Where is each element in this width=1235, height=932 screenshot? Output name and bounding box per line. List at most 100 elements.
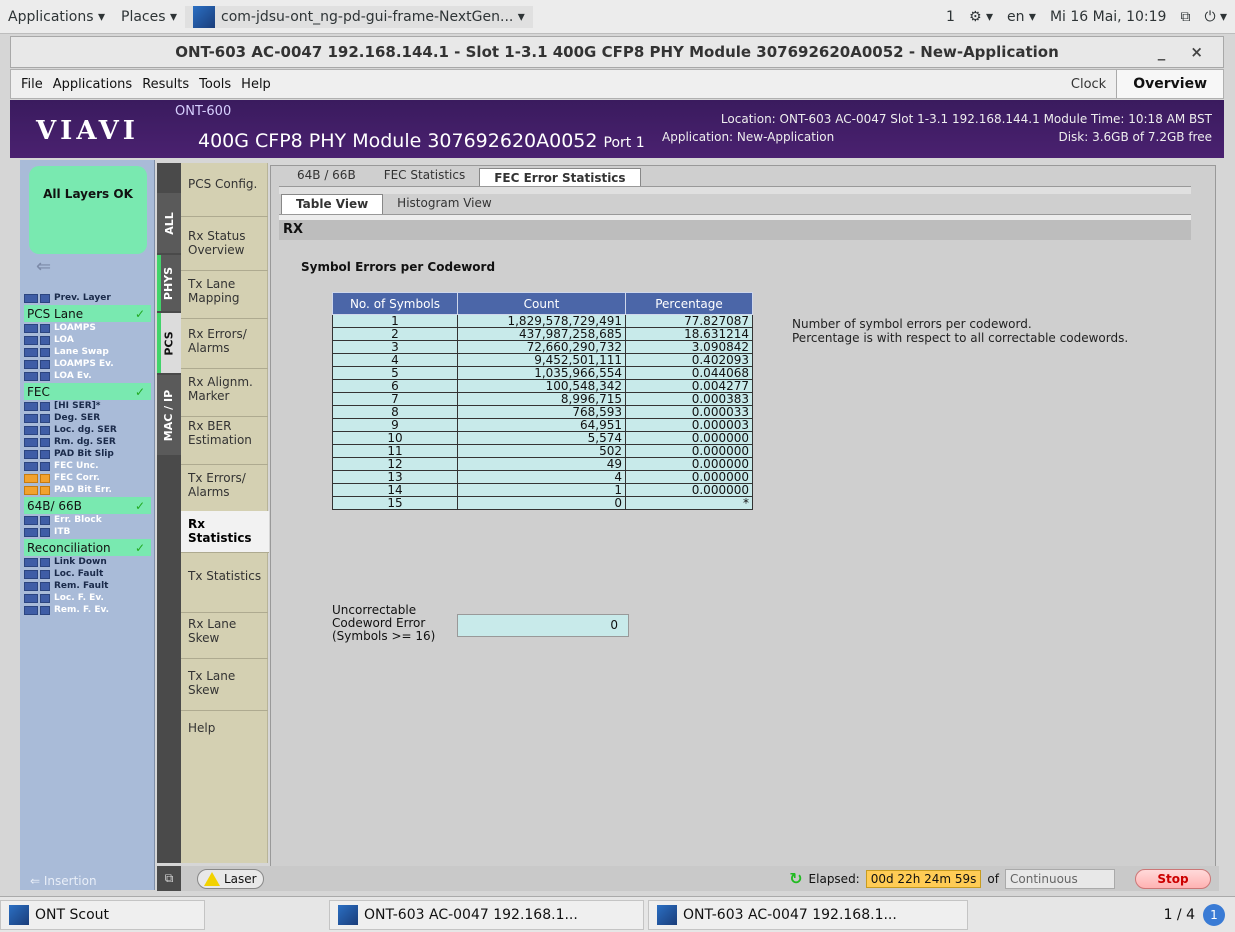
subnav-rx-lane-skew[interactable]: Rx Lane Skew: [181, 617, 268, 659]
group-fec[interactable]: FEC ✓: [24, 383, 151, 400]
led-icon: [40, 293, 50, 303]
all-layers-ok-badge[interactable]: All Layers OK: [29, 166, 147, 254]
col-header-count: Count: [457, 292, 626, 315]
led-icon: [40, 323, 50, 333]
overview-button[interactable]: Overview: [1116, 70, 1223, 98]
tab-mac-ip[interactable]: MAC / IP: [157, 375, 181, 455]
subnav-tx-statistics[interactable]: Tx Statistics: [181, 569, 268, 613]
menu-help[interactable]: Help: [241, 77, 271, 92]
status-label: Loc. F. Ev.: [54, 593, 104, 603]
status-label: Rem. Fault: [54, 581, 109, 591]
group-label: PCS Lane: [27, 306, 84, 321]
group-pcs-lane[interactable]: PCS Lane ✓: [24, 305, 151, 322]
led-icon: [24, 323, 38, 333]
tab-fec-statistics[interactable]: FEC Statistics: [370, 166, 480, 186]
subnav-rx-status-overview[interactable]: Rx Status Overview: [181, 229, 268, 271]
symbols-cell: 15: [332, 496, 458, 510]
table-row: 15 0 *: [332, 496, 753, 510]
subnav-rx-statistics[interactable]: Rx Statistics: [181, 511, 269, 553]
count-cell: 72,660,290,732: [457, 340, 626, 354]
accessibility-icon[interactable]: ⚙ ▾: [969, 9, 993, 25]
back-arrow-icon[interactable]: ⇐: [36, 256, 51, 277]
top-tab-bar: 64B / 66B FEC Statistics FEC Error Stati…: [283, 166, 641, 186]
language-menu[interactable]: en ▾: [1007, 9, 1036, 25]
stop-button[interactable]: Stop: [1135, 868, 1211, 889]
places-menu[interactable]: Places ▾: [113, 9, 185, 25]
status-bar-green: [157, 255, 161, 311]
task-ont-scout[interactable]: ONT Scout: [0, 899, 205, 930]
tab-phys[interactable]: PHYS: [157, 255, 181, 311]
section-title: Symbol Errors per Codeword: [301, 260, 496, 274]
prev-layer-row: Prev. Layer: [24, 292, 151, 304]
subnav-rx-errors-alarms[interactable]: Rx Errors/ Alarms: [181, 327, 268, 369]
led-icon: [24, 425, 38, 435]
copy-icon[interactable]: ⧉: [157, 866, 181, 891]
date-time[interactable]: Mi 16 Mai, 10:19: [1050, 9, 1166, 25]
pager-text[interactable]: 1 / 4: [1164, 907, 1195, 923]
group-label: FEC: [27, 384, 50, 399]
status-label: Rm. dg. SER: [54, 437, 116, 447]
subnav-rx-ber-estimation[interactable]: Rx BER Estimation: [181, 419, 268, 465]
count-cell: 4: [457, 470, 626, 484]
subnav-help[interactable]: Help: [181, 721, 268, 745]
status-label: PAD Bit Err.: [54, 485, 112, 495]
tab-label: PHYS: [162, 266, 176, 300]
status-label: FEC Corr.: [54, 473, 100, 483]
task-window-2[interactable]: ONT-603 AC-0047 192.168.1...: [648, 899, 968, 930]
led-icon: [40, 593, 50, 603]
tab-all[interactable]: ALL: [157, 193, 181, 253]
symbol-errors-table: No. of Symbols Count Percentage 1 1,829,5…: [332, 292, 753, 510]
window-title: ONT-603 AC-0047 192.168.144.1 - Slot 1-3…: [175, 43, 1059, 61]
menu-applications[interactable]: Applications: [53, 77, 132, 92]
refresh-icon[interactable]: ↻: [789, 869, 802, 888]
status-row: LOAMPS: [24, 322, 151, 334]
ont-model: ONT-600: [175, 104, 232, 119]
status-label: LOAMPS Ev.: [54, 359, 114, 369]
uncorr-label-line-3: (Symbols >= 16): [332, 629, 436, 643]
duration-mode[interactable]: Continuous: [1005, 868, 1115, 889]
laser-button[interactable]: Laser: [197, 868, 264, 889]
group-reconciliation[interactable]: Reconciliation ✓: [24, 539, 151, 556]
symbols-cell: 6: [332, 379, 458, 393]
percentage-cell: *: [625, 496, 753, 510]
tab-pcs[interactable]: PCS: [157, 313, 181, 373]
network-icon[interactable]: ⧉: [1180, 9, 1190, 25]
clock-button[interactable]: Clock: [1071, 77, 1106, 92]
count-cell: 5,574: [457, 431, 626, 445]
table-row: 1 1,829,578,729,491 77.827087: [332, 314, 753, 328]
group-64b66b[interactable]: 64B/ 66B ✓: [24, 497, 151, 514]
subnav-tx-errors-alarms[interactable]: Tx Errors/ Alarms: [181, 471, 268, 513]
symbols-cell: 11: [332, 444, 458, 458]
workspace-indicator[interactable]: 1: [946, 9, 955, 25]
subnav-tx-lane-mapping[interactable]: Tx Lane Mapping: [181, 277, 268, 319]
tab-64b66b[interactable]: 64B / 66B: [283, 166, 370, 186]
task-label: ONT-603 AC-0047 192.168.1...: [364, 906, 578, 923]
tab-histogram-view[interactable]: Histogram View: [383, 194, 506, 214]
subnav-pcs-config[interactable]: PCS Config.: [181, 177, 268, 217]
task-window-1[interactable]: ONT-603 AC-0047 192.168.1...: [329, 899, 644, 930]
led-icon: [24, 293, 38, 303]
count-cell: 100,548,342: [457, 379, 626, 393]
tab-fec-error-statistics[interactable]: FEC Error Statistics: [479, 168, 641, 186]
subnav-rx-alignment-marker[interactable]: Rx Alignm. Marker: [181, 375, 268, 417]
applications-menu[interactable]: Applications ▾: [0, 9, 113, 25]
menu-file[interactable]: File: [21, 77, 43, 92]
reconciliation-items: Link Down Loc. Fault Rem. Fault Loc. F. Ev.…: [24, 556, 151, 616]
menu-tools[interactable]: Tools: [199, 77, 231, 92]
menu-results[interactable]: Results: [142, 77, 189, 92]
power-icon[interactable]: ⏻ ▾: [1204, 9, 1227, 25]
led-icon: [24, 485, 38, 495]
note-line-2: Percentage is with respect to all correc…: [792, 331, 1129, 345]
status-label: LOA Ev.: [54, 371, 92, 381]
notification-badge[interactable]: 1: [1203, 903, 1225, 926]
insertion-button[interactable]: ⇐ Insertion: [30, 874, 97, 888]
subnav-tx-lane-skew[interactable]: Tx Lane Skew: [181, 669, 268, 711]
check-icon: ✓: [134, 384, 145, 399]
rx-panel: Symbol Errors per Codeword No. of Symbol…: [279, 240, 1191, 835]
tab-table-view[interactable]: Table View: [281, 194, 384, 214]
header-info: Location: ONT-603 AC-0047 Slot 1-3.1 192…: [662, 110, 1212, 146]
led-icon: [40, 347, 50, 357]
led-icon: [40, 461, 50, 471]
window-controls[interactable]: _ ×: [1158, 43, 1213, 61]
active-app-menu[interactable]: com-jdsu-ont_ng-pd-gui-frame-NextGen... …: [185, 5, 533, 28]
